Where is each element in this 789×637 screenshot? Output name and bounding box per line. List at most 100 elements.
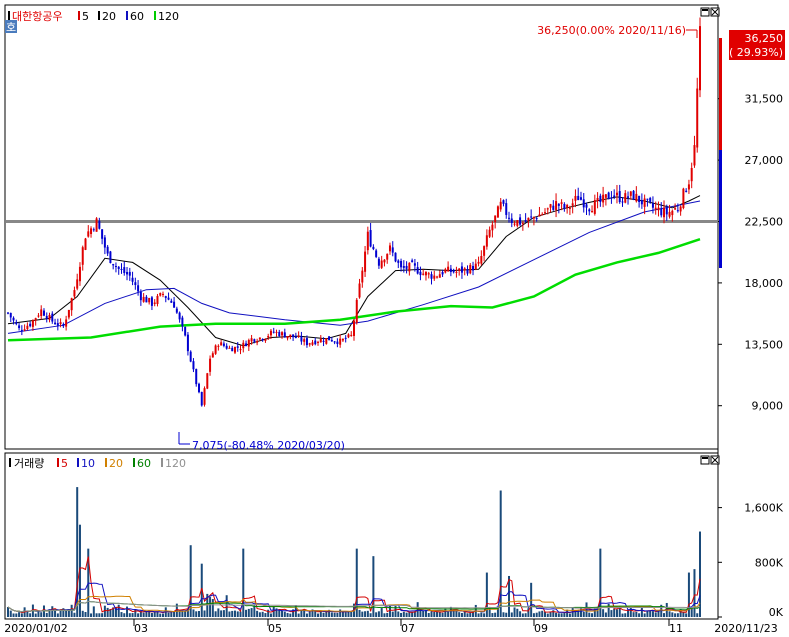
volume-bar — [433, 611, 436, 617]
candle-body — [281, 332, 284, 336]
volume-bar — [162, 613, 165, 617]
volume-bar — [37, 611, 40, 617]
candle-body — [328, 336, 331, 341]
candle-body — [120, 269, 123, 271]
candle-body — [502, 200, 505, 204]
volume-bar — [557, 613, 560, 617]
candle-body — [150, 297, 153, 306]
volume-legend-label-60: 60 — [137, 457, 151, 470]
candle-body — [203, 388, 206, 405]
volume-bar — [253, 605, 256, 617]
candle-body — [441, 271, 444, 275]
volume-tick-label: 800K — [755, 556, 784, 569]
candle-body — [585, 204, 588, 208]
candle-body — [593, 200, 596, 214]
price-tick-label: 22,500 — [745, 215, 784, 228]
volume-bar — [330, 612, 333, 617]
candle-body — [214, 345, 217, 354]
candle-body — [682, 188, 685, 208]
candle-body — [70, 298, 73, 311]
volume-bar — [233, 610, 236, 617]
candle-body — [693, 145, 696, 166]
volume-bar — [344, 612, 347, 617]
candle-body — [325, 338, 328, 344]
candle-body — [173, 301, 176, 308]
candle-body — [621, 201, 624, 203]
candle-body — [292, 334, 295, 338]
volume-bar — [242, 548, 245, 617]
volume-bar — [582, 611, 585, 617]
volume-bar — [222, 610, 225, 617]
candle-body — [314, 340, 317, 345]
candle-body — [657, 207, 660, 211]
candle-body — [361, 270, 364, 283]
candle-body — [458, 268, 461, 271]
candle-body — [250, 338, 253, 342]
candle-body — [649, 198, 652, 202]
volume-bar — [40, 612, 43, 617]
candle-body — [347, 334, 350, 338]
candle-body — [123, 267, 126, 274]
volume-bar — [483, 613, 486, 617]
volume-bar — [391, 611, 394, 617]
candle-body — [563, 204, 566, 209]
volume-bar — [427, 612, 430, 617]
volume-bar — [92, 606, 95, 617]
price-tick-label: 13,500 — [745, 338, 784, 351]
candle-body — [148, 298, 151, 303]
candle-body — [449, 268, 452, 273]
candle-body — [40, 309, 43, 316]
candle-body — [272, 331, 275, 333]
volume-bar — [491, 613, 494, 617]
volume-bar — [247, 608, 250, 617]
volume-bar — [568, 613, 571, 617]
volume-bar — [671, 612, 674, 617]
candle-body — [582, 199, 585, 208]
candle-body — [427, 273, 430, 275]
volume-bar — [591, 613, 594, 617]
candle-body — [618, 191, 621, 203]
candle-body — [300, 336, 303, 342]
candle-body — [220, 342, 223, 346]
volume-legend-swatch-60 — [133, 458, 135, 467]
candle-body — [469, 264, 472, 274]
volume-bar — [289, 613, 292, 617]
volume-bar — [209, 597, 212, 617]
volume-bar — [566, 609, 569, 617]
candle-body — [247, 340, 250, 347]
volume-bar — [145, 611, 148, 617]
volume-bar — [211, 599, 214, 617]
stock-chart: 9,000 13,500 18,000 22,500 27,000 31,500 0K 800… — [4, 4, 785, 635]
candle-body — [687, 184, 690, 190]
candle-body — [405, 265, 408, 269]
candle-body — [527, 217, 530, 221]
candle-body — [574, 195, 577, 201]
candle-body — [117, 266, 120, 269]
last-candle-marker-low — [719, 150, 722, 268]
candle-body — [159, 292, 162, 296]
candle-body — [206, 373, 209, 389]
candle-body — [101, 229, 104, 239]
candle-body — [209, 358, 212, 372]
volume-bar — [696, 613, 699, 617]
volume-bar — [45, 612, 48, 617]
candle-body — [436, 276, 439, 278]
low-annotation: 7,075(-80.48% 2020/03/20) — [192, 439, 345, 452]
volume-bar — [239, 611, 242, 617]
candle-body — [474, 263, 477, 270]
volume-bar — [267, 609, 270, 617]
volume-bar — [676, 613, 679, 617]
x-tick-label: 05 — [268, 622, 282, 635]
volume-maximize-button-bar — [702, 457, 708, 459]
candle-body — [87, 231, 90, 237]
volume-bar — [610, 610, 613, 617]
corner-badge: 호 — [6, 21, 16, 34]
volume-bar — [123, 613, 126, 617]
candle-body — [51, 313, 54, 322]
candle-body — [460, 266, 463, 273]
volume-bar — [272, 606, 275, 617]
candle-body — [663, 207, 666, 218]
candle-body — [222, 343, 225, 346]
candle-body — [18, 325, 21, 329]
volume-bar — [81, 610, 84, 617]
